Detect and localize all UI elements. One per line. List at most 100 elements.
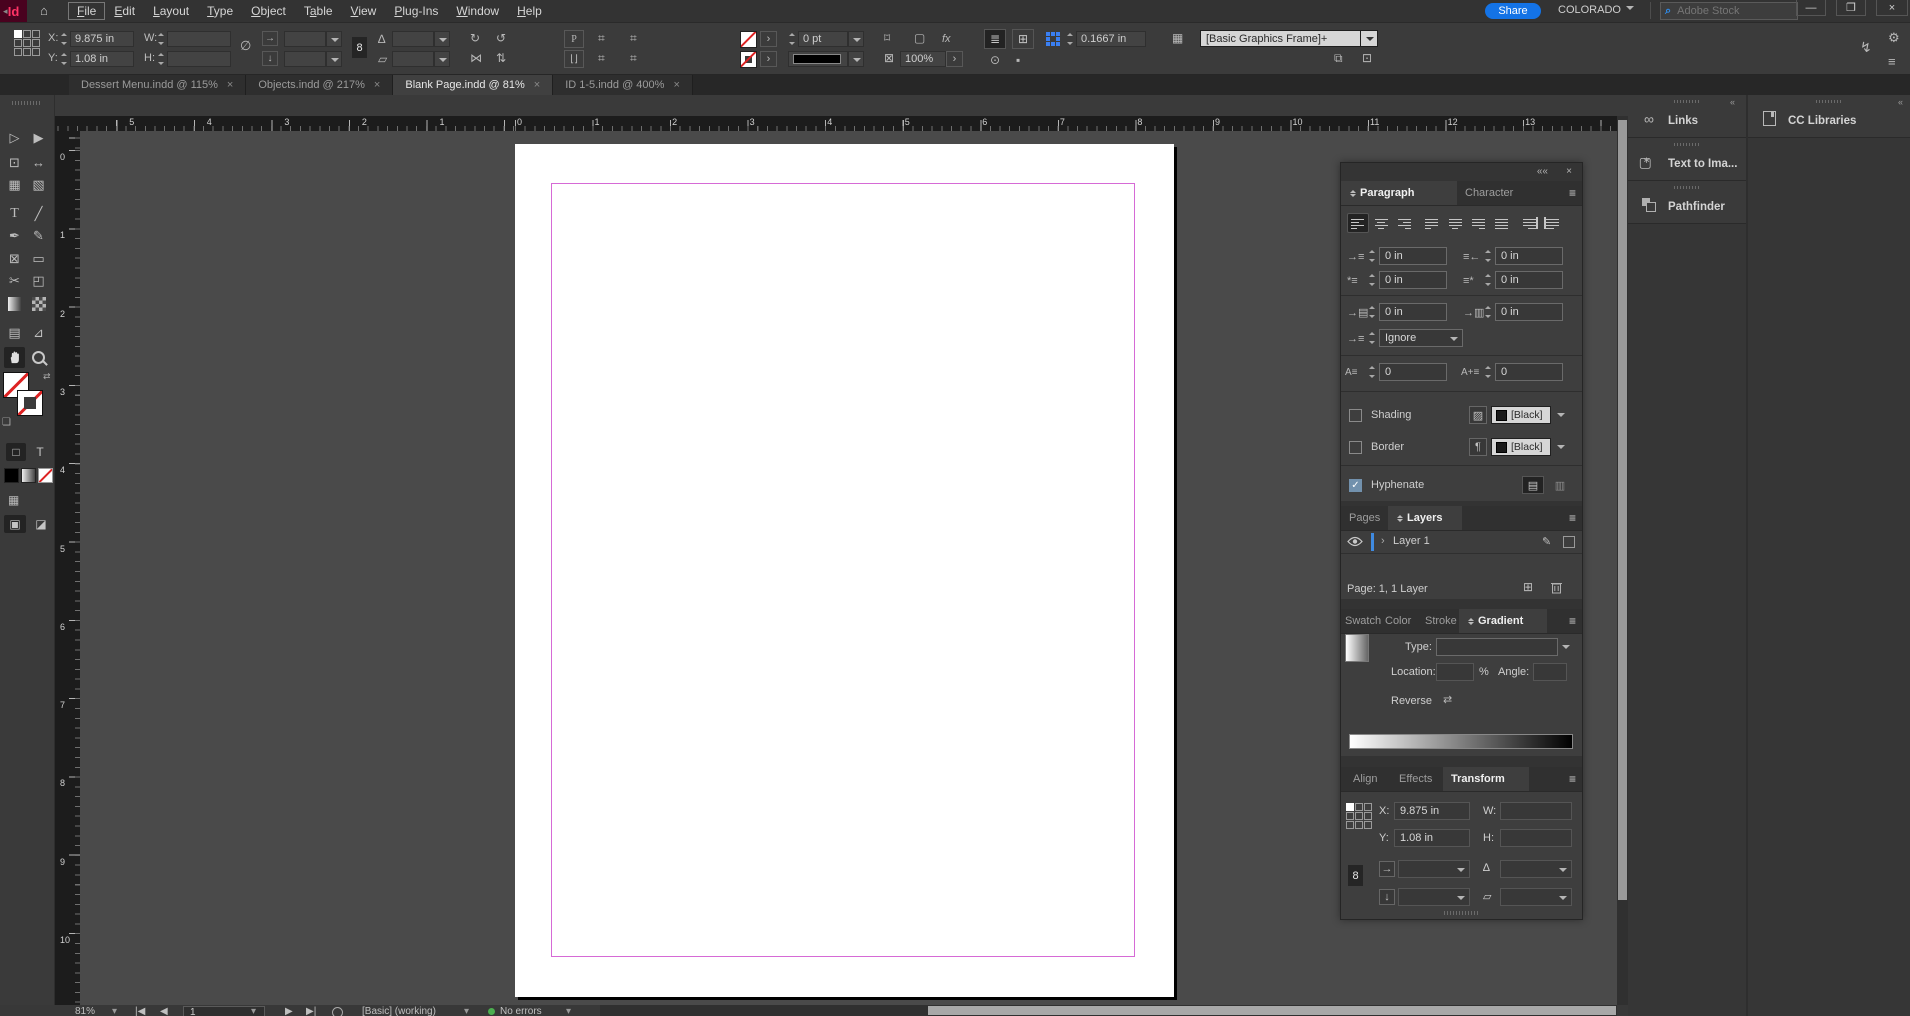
wrap-object-shape-icon[interactable]: ⊙ xyxy=(990,53,1000,67)
apply-color-button[interactable] xyxy=(4,468,19,483)
panel-grip[interactable] xyxy=(1674,143,1700,146)
object-styles-grid-icon[interactable]: ▦ xyxy=(1172,31,1183,45)
search-input[interactable] xyxy=(1675,4,1780,18)
tab-paragraph[interactable]: Paragraph xyxy=(1341,181,1457,205)
left-indent-stepper[interactable] xyxy=(1368,247,1377,265)
last-line-indent-stepper[interactable] xyxy=(1484,271,1493,289)
close-tab-icon[interactable]: × xyxy=(534,79,540,91)
free-transform-tool[interactable]: ◰ xyxy=(28,270,49,291)
menu-type[interactable]: Type xyxy=(198,2,242,20)
next-page-button[interactable]: ▶ xyxy=(285,1006,293,1016)
menu-help[interactable]: Help xyxy=(508,2,551,20)
layer-visibility-eye-icon[interactable] xyxy=(1347,536,1363,547)
collapse-panels-icon[interactable]: «« xyxy=(1537,166,1548,177)
formatting-affects-text-button[interactable]: T xyxy=(30,443,50,461)
space-after-field[interactable]: 0 in xyxy=(1495,303,1563,321)
minimize-button[interactable]: — xyxy=(1796,0,1826,16)
gradient-swatch-tool[interactable] xyxy=(4,293,25,314)
horizontal-scrollbar[interactable] xyxy=(600,1005,1617,1016)
gear-icon[interactable]: ⚙ xyxy=(1888,31,1900,45)
rectangle-tool[interactable]: ▭ xyxy=(28,248,49,269)
gradient-feather-tool[interactable] xyxy=(28,293,49,314)
selection-tool[interactable]: ▷ xyxy=(4,127,25,148)
space-after-stepper[interactable] xyxy=(1484,303,1493,321)
close-panel-icon[interactable]: × xyxy=(1566,166,1572,177)
vertical-ruler[interactable]: 0 1 2 3 4 5 6 7 8 9 10 xyxy=(55,131,80,1005)
align-center-button[interactable] xyxy=(1370,213,1392,233)
gradient-reverse-icon[interactable]: ⇄ xyxy=(1443,693,1459,707)
zoom-tool[interactable] xyxy=(28,347,49,368)
panel-grip[interactable] xyxy=(1816,100,1842,103)
rotation-angle-dropdown[interactable] xyxy=(1500,860,1572,878)
gradient-type-chevron[interactable] xyxy=(1558,638,1574,656)
type-tool[interactable]: T xyxy=(4,203,25,224)
drop-cap-chars-stepper[interactable] xyxy=(1484,363,1493,381)
apply-none-button[interactable] xyxy=(38,468,53,483)
menu-file[interactable]: File xyxy=(68,2,106,20)
split-columns-icon[interactable]: ▥ xyxy=(1549,476,1571,494)
close-tab-icon[interactable]: × xyxy=(374,79,380,91)
no-text-wrap-button[interactable]: ≣ xyxy=(984,29,1006,49)
tab-stroke[interactable]: Stroke xyxy=(1423,609,1459,633)
share-button[interactable]: Share xyxy=(1485,3,1541,19)
fill-swatch-none[interactable] xyxy=(740,31,757,48)
document-tab[interactable]: Blank Page.indd @ 81% × xyxy=(393,75,554,95)
scale-y-dropdown[interactable] xyxy=(284,51,326,67)
y-stepper[interactable] xyxy=(60,51,69,67)
document-page[interactable] xyxy=(515,144,1174,997)
gap-tool[interactable]: ↔ xyxy=(28,152,49,173)
arrange-backward-icon[interactable]: ⌗ xyxy=(630,51,637,65)
vertical-scrollbar[interactable] xyxy=(1617,116,1628,1005)
wrap-bounding-box-button[interactable]: ⊞ xyxy=(1012,29,1034,49)
h-field[interactable] xyxy=(167,51,231,67)
gradient-thumbnail[interactable] xyxy=(1345,634,1369,662)
panel-menu-icon[interactable]: ≡ xyxy=(1569,614,1576,628)
chevron-down-icon[interactable] xyxy=(326,51,342,67)
align-to-grid-dropdown[interactable]: Ignore xyxy=(1379,329,1463,347)
border-swatch-chevron[interactable] xyxy=(1553,438,1569,456)
fill-options-button[interactable]: › xyxy=(760,31,777,47)
page-tool[interactable]: ⊡ xyxy=(4,152,25,173)
panel-menu-icon[interactable]: ≡ xyxy=(1569,511,1576,525)
rotate-cw-icon[interactable]: ↻ xyxy=(470,31,480,45)
menu-layout[interactable]: Layout xyxy=(144,2,198,20)
tab-effects[interactable]: Effects xyxy=(1391,767,1443,791)
collapse-dock-icon[interactable]: « xyxy=(1898,97,1903,107)
pen-tool[interactable]: ✒ xyxy=(4,225,25,246)
panel-menu-icon[interactable]: ≡ xyxy=(1888,55,1896,69)
stroke-type-dropdown[interactable] xyxy=(788,51,848,67)
tab-gradient[interactable]: Gradient xyxy=(1459,609,1547,633)
tab-transform[interactable]: Transform xyxy=(1443,767,1529,791)
pencil-tool[interactable]: ✎ xyxy=(28,225,49,246)
first-line-indent-field[interactable]: 0 in xyxy=(1379,271,1447,289)
gradient-ramp[interactable] xyxy=(1349,734,1573,749)
layer-row[interactable]: › Layer 1 ✎ xyxy=(1341,531,1582,554)
scale-x-dropdown[interactable] xyxy=(1398,860,1470,878)
constrain-dimensions-icon[interactable]: ∅ xyxy=(240,39,251,53)
align-right-button[interactable] xyxy=(1393,213,1415,233)
flip-vertical-icon[interactable]: ⇅ xyxy=(496,51,506,65)
constrain-scale-link-icon[interactable]: 8 xyxy=(1348,865,1363,886)
delete-layer-icon[interactable] xyxy=(1551,581,1562,594)
justify-last-right-button[interactable] xyxy=(1467,213,1489,233)
cell-view-icon[interactable]: ▦ xyxy=(8,493,19,507)
stroke-weight-stepper[interactable] xyxy=(788,31,797,47)
apply-gradient-button[interactable] xyxy=(21,468,36,483)
scale-x-dropdown[interactable] xyxy=(284,31,326,47)
right-indent-field[interactable]: 0 in xyxy=(1495,247,1563,265)
menu-view[interactable]: View xyxy=(342,2,386,20)
content-placer-tool[interactable]: ▧ xyxy=(28,174,49,195)
hyphenate-checkbox[interactable]: ✓ xyxy=(1349,479,1362,492)
align-left-button[interactable] xyxy=(1347,213,1369,233)
document-tab[interactable]: Dessert Menu.indd @ 115% × xyxy=(69,75,247,95)
gradient-location-field[interactable] xyxy=(1436,663,1474,681)
tab-character[interactable]: Character xyxy=(1457,181,1553,205)
scrollbar-thumb[interactable] xyxy=(1618,120,1627,900)
constrain-scale-link-icon[interactable]: 8 xyxy=(352,37,367,58)
chevron-down-icon[interactable] xyxy=(848,31,864,47)
last-page-button[interactable]: ▶| xyxy=(306,1006,316,1016)
menu-object[interactable]: Object xyxy=(242,2,295,20)
stroke-proxy[interactable] xyxy=(17,390,43,416)
workspace-switcher[interactable]: COLORADO xyxy=(1558,4,1634,16)
panel-resize-grip[interactable] xyxy=(1444,911,1480,915)
